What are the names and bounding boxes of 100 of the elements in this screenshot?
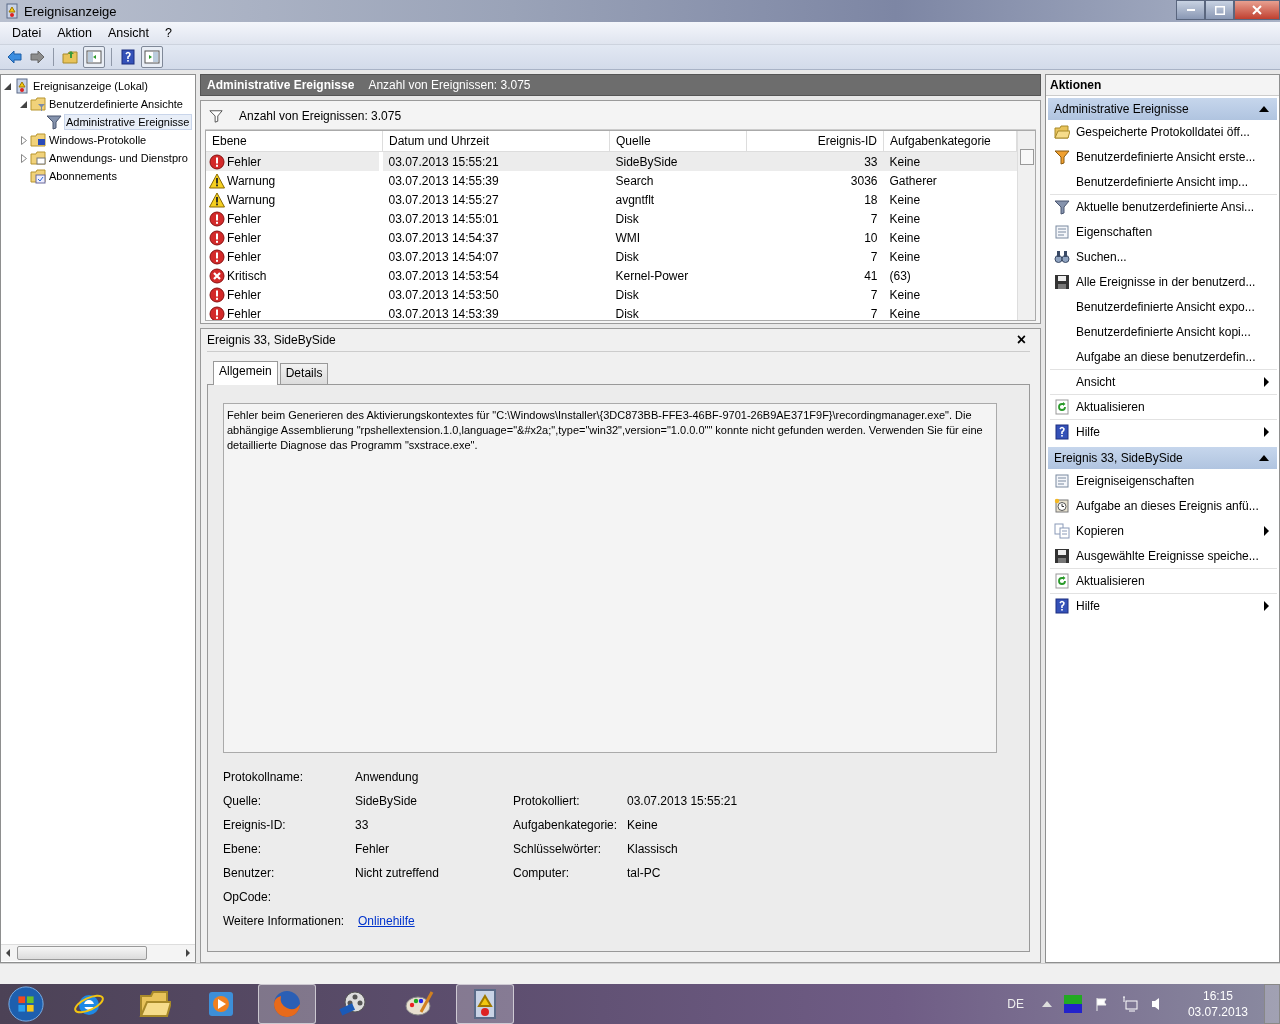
action-item[interactable]: Aufgabe an diese benutzerdefin... — [1050, 345, 1277, 370]
table-cell-text: 03.07.2013 14:53:50 — [387, 286, 500, 304]
tab[interactable]: Details — [279, 363, 329, 384]
table-row[interactable]: Fehler 03.07.2013 14:54:37 WMI 10 Keine — [206, 228, 1017, 247]
table-row[interactable]: Kritisch 03.07.2013 14:53:54 Kernel-Power 41 (63) — [206, 266, 1017, 285]
vertical-scrollbar[interactable] — [1017, 131, 1035, 320]
maximize-button[interactable] — [1205, 0, 1234, 20]
table-cell-text: WMI — [614, 229, 642, 247]
help-link[interactable]: Onlinehilfe — [358, 914, 415, 928]
tab[interactable]: Allgemein — [213, 361, 278, 385]
column-header[interactable]: Ereignis-ID — [746, 131, 884, 152]
language-indicator[interactable]: DE — [1007, 997, 1024, 1011]
action-item[interactable]: Ausgewählte Ereignisse speiche... — [1050, 544, 1277, 569]
toolbar-button[interactable] — [83, 46, 105, 68]
action-item[interactable]: Alle Ereignisse in der benutzerd... — [1050, 270, 1277, 295]
action-item[interactable]: Hilfe — [1050, 594, 1277, 619]
action-item[interactable]: Aktualisieren — [1050, 569, 1277, 594]
collapse-arrow-icon[interactable] — [1259, 455, 1269, 461]
table-row[interactable]: Fehler 03.07.2013 14:55:01 Disk 7 Keine — [206, 209, 1017, 228]
field-label: Schlüsselwörter: — [513, 842, 603, 856]
arrow-right-icon — [29, 49, 45, 65]
table-row[interactable]: Fehler 03.07.2013 14:53:50 Disk 7 Keine — [206, 285, 1017, 304]
action-item[interactable]: Aufgabe an dieses Ereignis anfü... — [1050, 494, 1277, 519]
column-header[interactable]: Quelle — [609, 131, 747, 152]
collapse-arrow-icon[interactable] — [1259, 106, 1269, 112]
log-book-icon — [4, 3, 20, 19]
section-title: Administrative Ereignisse — [1054, 102, 1189, 116]
table-cell-text: Keine — [888, 286, 922, 304]
close-button[interactable] — [1234, 0, 1280, 20]
action-item[interactable]: Hilfe — [1050, 420, 1277, 445]
menu-item[interactable]: Aktion — [49, 24, 100, 42]
menu-item[interactable]: Ansicht — [99, 24, 157, 42]
expand-arrow-icon[interactable] — [19, 153, 28, 163]
action-item[interactable]: Benutzerdefinierte Ansicht expo... — [1050, 295, 1277, 320]
minimize-button[interactable] — [1176, 0, 1205, 20]
show-hidden-icons-icon[interactable] — [1041, 1001, 1052, 1007]
table-cell-text: avgntflt — [614, 191, 656, 209]
table-row[interactable]: Fehler 03.07.2013 15:55:21 SideBySide 33 Keine — [206, 151, 1017, 171]
expand-arrow-icon[interactable] — [19, 135, 28, 145]
menu-item[interactable]: Datei — [4, 24, 50, 42]
column-header[interactable]: Datum und Uhrzeit — [382, 131, 610, 152]
folder-icon — [1054, 124, 1070, 140]
horizontal-scrollbar[interactable] — [1, 944, 195, 961]
field-label: Protokolliert: — [513, 794, 581, 808]
help-icon — [120, 49, 136, 65]
close-button[interactable]: × — [1012, 331, 1030, 349]
action-item[interactable]: Gespeicherte Protokolldatei öff... — [1050, 120, 1277, 145]
properties-icon — [1054, 473, 1070, 489]
start-button[interactable] — [6, 984, 46, 1024]
action-item[interactable]: Kopieren — [1050, 519, 1277, 544]
field-label: Protokollname: — [223, 770, 305, 784]
detail-title: Ereignis 33, SideBySide — [207, 333, 336, 347]
tree-item[interactable]: Ereignisanzeige (Lokal) — [32, 79, 149, 93]
taskbar-button[interactable] — [456, 984, 514, 1024]
column-header[interactable]: Aufgabenkategorie — [883, 131, 1017, 152]
section-header[interactable]: Ereignis 33, SideBySide — [1048, 447, 1277, 469]
flag-icon[interactable] — [1093, 996, 1110, 1012]
action-item[interactable]: Ansicht — [1050, 370, 1277, 395]
taskbar-button[interactable] — [258, 984, 316, 1024]
table-cell-text: Keine — [888, 305, 922, 320]
section-header[interactable]: Administrative Ereignisse — [1048, 98, 1277, 120]
table-row[interactable]: Fehler 03.07.2013 14:53:39 Disk 7 Keine — [206, 304, 1017, 320]
network-icon[interactable] — [1121, 996, 1138, 1012]
scroll-left-icon[interactable] — [6, 949, 10, 957]
scroll-right-icon[interactable] — [186, 949, 190, 957]
table-row[interactable]: Warnung 03.07.2013 14:55:27 avgntflt 18 Keine — [206, 190, 1017, 209]
table-row[interactable]: Fehler 03.07.2013 14:54:07 Disk 7 Keine — [206, 247, 1017, 266]
table-cell: Gatherer — [883, 171, 1017, 190]
action-item[interactable]: Benutzerdefinierte Ansicht imp... — [1050, 170, 1277, 195]
clock-time: 16:15 — [1202, 988, 1233, 1004]
tree-item[interactable]: Windows-Protokolle — [48, 133, 148, 147]
tree-item[interactable]: Abonnements — [48, 169, 118, 183]
pane-icon — [144, 49, 160, 65]
table-cell-text: 03.07.2013 14:54:07 — [387, 248, 500, 266]
folder-icon — [30, 132, 46, 148]
field-label: Quelle: — [223, 794, 263, 808]
action-item[interactable]: Ereigniseigenschaften — [1050, 469, 1277, 494]
table-cell: Fehler — [227, 211, 261, 226]
action-item[interactable]: Benutzerdefinierte Ansicht kopi... — [1050, 320, 1277, 345]
collapse-arrow-icon[interactable] — [19, 99, 28, 109]
action-item[interactable]: Suchen... — [1050, 245, 1277, 270]
table-cell-text: 7 — [869, 286, 879, 304]
tree-item[interactable]: Benutzerdefinierte Ansichte — [48, 97, 184, 111]
action-item[interactable]: Aktualisieren — [1050, 395, 1277, 420]
toolbar-button[interactable] — [118, 47, 138, 67]
tree-item[interactable]: Anwendungs- und Dienstpro — [48, 151, 189, 165]
toolbar-button[interactable] — [141, 46, 163, 68]
error-icon — [209, 229, 225, 246]
action-item[interactable]: Aktuelle benutzerdefinierte Ansi... — [1050, 195, 1277, 220]
field-value: Nicht zutreffend — [355, 866, 440, 880]
action-item[interactable]: Benutzerdefinierte Ansicht erste... — [1050, 145, 1277, 170]
table-cell: Warnung — [227, 192, 276, 207]
menu-item[interactable]: ? — [156, 24, 180, 42]
folder-icon — [62, 49, 78, 65]
column-header[interactable]: Ebene — [206, 131, 383, 152]
collapse-arrow-icon[interactable] — [3, 81, 12, 91]
action-item[interactable]: Eigenschaften — [1050, 220, 1277, 245]
table-row[interactable]: Warnung 03.07.2013 14:55:39 Search 3036 Gatherer — [206, 171, 1017, 190]
field-value: Keine — [627, 818, 659, 832]
tree-item[interactable]: Administrative Ereignisse — [64, 114, 192, 130]
